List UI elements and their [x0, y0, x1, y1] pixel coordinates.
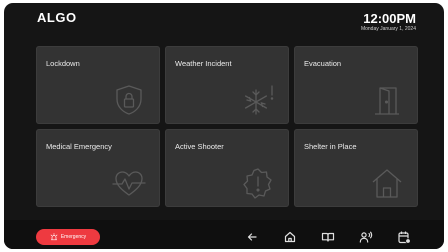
tile-label: Shelter in Place	[304, 142, 357, 151]
exit-door-icon	[370, 83, 404, 117]
home-icon[interactable]	[283, 230, 297, 244]
tile-label: Active Shooter	[175, 142, 224, 151]
tile-evacuation[interactable]: Evacuation	[294, 46, 418, 124]
tile-label: Lockdown	[46, 59, 80, 68]
bottom-navigation-bar: Emergency	[4, 220, 444, 249]
clock: 12:00PM Monday January 1, 2024	[361, 12, 416, 33]
brand-logo: ALGO	[37, 10, 77, 25]
clock-time: 12:00PM	[363, 11, 416, 26]
emergency-button[interactable]: Emergency	[36, 229, 100, 245]
book-icon[interactable]	[321, 230, 335, 244]
emergency-button-label: Emergency	[60, 234, 87, 240]
clock-date: Monday January 1, 2024	[360, 26, 416, 32]
shield-lock-icon	[112, 83, 146, 117]
user-voice-icon[interactable]	[359, 230, 373, 244]
tile-weather-incident[interactable]: Weather Incident	[165, 46, 289, 124]
tile-shelter-in-place[interactable]: Shelter in Place	[294, 129, 418, 207]
tile-label: Medical Emergency	[46, 142, 112, 151]
alert-badge-icon	[241, 166, 275, 200]
tile-lockdown[interactable]: Lockdown	[36, 46, 160, 124]
siren-icon	[50, 233, 58, 241]
snowflake-alert-icon	[241, 83, 275, 117]
back-arrow-icon[interactable]	[245, 230, 259, 244]
tile-label: Weather Incident	[175, 59, 232, 68]
tile-medical-emergency[interactable]: Medical Emergency	[36, 129, 160, 207]
app-screen: ALGO 12:00PM Monday January 1, 2024 Lock…	[4, 3, 444, 249]
house-icon	[370, 166, 404, 200]
calendar-settings-icon[interactable]	[397, 230, 411, 244]
alert-tile-grid: Lockdown Weather Incident Evacuation Med…	[36, 46, 418, 207]
tile-active-shooter[interactable]: Active Shooter	[165, 129, 289, 207]
tile-label: Evacuation	[304, 59, 342, 68]
heart-pulse-icon	[112, 166, 146, 200]
